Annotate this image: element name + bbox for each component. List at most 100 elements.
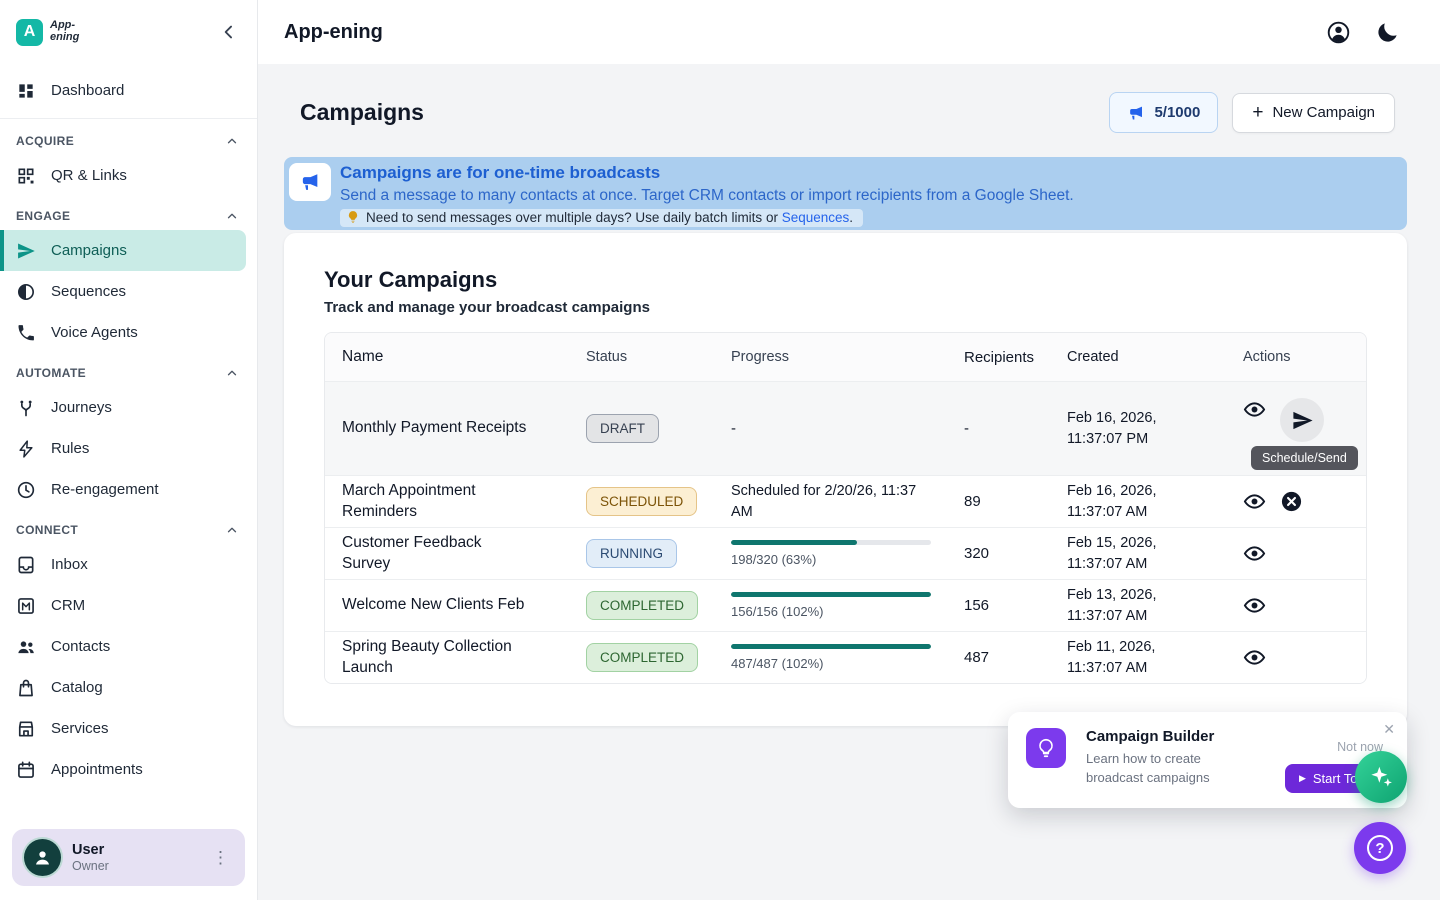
sidebar-item-journeys[interactable]: Journeys — [0, 387, 257, 428]
campaign-quota-badge[interactable]: 5/1000 — [1109, 92, 1218, 133]
column-header-progress: Progress — [731, 349, 964, 365]
user-card[interactable]: User Owner ⋮ — [12, 829, 245, 886]
user-menu-button[interactable]: ⋮ — [208, 846, 233, 870]
sidebar-section-automate[interactable]: AUTOMATE — [0, 353, 257, 387]
sidebar-item-dashboard[interactable]: Dashboard — [0, 70, 257, 111]
created-date: Feb 15, 2026, 11:37:07 AM — [1067, 533, 1243, 575]
account-icon[interactable] — [1326, 20, 1351, 45]
topbar-actions — [1326, 20, 1400, 45]
campaigns-table: Name Status Progress Recipients Created … — [324, 332, 1367, 684]
crm-icon — [16, 596, 36, 616]
sidebar-item-crm[interactable]: CRM — [0, 585, 257, 626]
campaign-name: Monthly Payment Receipts — [342, 418, 586, 439]
actions-cell: Schedule/Send — [1243, 382, 1366, 475]
megaphone-icon — [289, 163, 331, 201]
new-campaign-button[interactable]: + New Campaign — [1232, 93, 1395, 133]
sidebar-item-qr-links[interactable]: QR & Links — [0, 155, 257, 196]
status-badge: SCHEDULED — [586, 487, 697, 516]
popup-title: Campaign Builder — [1086, 728, 1256, 745]
user-meta: User Owner — [72, 842, 197, 873]
sidebar-item-appointments[interactable]: Appointments — [0, 749, 257, 790]
schedule-send-button[interactable] — [1280, 398, 1324, 442]
view-button[interactable] — [1243, 646, 1266, 669]
sidebar-item-label: Dashboard — [51, 82, 124, 99]
storefront-icon — [16, 719, 36, 739]
megaphone-icon — [1127, 104, 1145, 122]
plus-icon: + — [1252, 103, 1263, 122]
sidebar-item-label: Services — [51, 720, 109, 737]
sidebar-item-label: Contacts — [51, 638, 110, 655]
banner-text: Campaigns are for one-time broadcasts Se… — [340, 162, 1074, 229]
sidebar-item-rules[interactable]: Rules — [0, 428, 257, 469]
phone-icon — [16, 323, 36, 343]
page-header: Campaigns 5/1000 + New Campaign — [284, 92, 1407, 133]
progress-bar — [731, 540, 931, 545]
lightbulb-icon — [1026, 728, 1066, 768]
actions-cell — [1243, 542, 1366, 565]
sidebar-section-engage[interactable]: ENGAGE — [0, 196, 257, 230]
card-subtitle: Track and manage your broadcast campaign… — [324, 299, 1367, 316]
sidebar-item-label: QR & Links — [51, 167, 127, 184]
status-badge: DRAFT — [586, 414, 659, 443]
section-title: ACQUIRE — [16, 134, 74, 148]
progress-label: 156/156 (102%) — [731, 604, 950, 619]
campaign-name: Spring Beauty Collection Launch — [342, 637, 586, 679]
sidebar-item-label: CRM — [51, 597, 85, 614]
ai-assistant-button[interactable] — [1355, 751, 1407, 803]
sidebar-collapse-button[interactable] — [219, 22, 239, 42]
sidebar-item-sequences[interactable]: Sequences — [0, 271, 257, 312]
help-button[interactable]: ? — [1354, 822, 1406, 874]
qr-code-icon — [16, 166, 36, 186]
sidebar: A App-ening Dashboard ACQUIRE QR & Links… — [0, 0, 258, 900]
banner-subtitle: Send a message to many contacts at once.… — [340, 185, 1074, 207]
sidebar-item-campaigns[interactable]: Campaigns — [0, 230, 246, 271]
created-date: Feb 16, 2026, 11:37:07 PM — [1067, 408, 1243, 450]
section-title: ENGAGE — [16, 209, 70, 223]
page-title: Campaigns — [300, 99, 424, 126]
send-icon — [1291, 409, 1314, 432]
table-row: Customer Feedback Survey RUNNING 198/320… — [325, 527, 1366, 579]
bag-icon — [16, 678, 36, 698]
view-button[interactable] — [1243, 542, 1266, 565]
divider — [0, 118, 257, 119]
campaigns-card: Your Campaigns Track and manage your bro… — [284, 233, 1407, 726]
eye-icon — [1243, 398, 1266, 421]
info-banner: Campaigns are for one-time broadcasts Se… — [284, 157, 1407, 230]
section-title: CONNECT — [16, 523, 78, 537]
cancel-button[interactable] — [1280, 490, 1303, 513]
view-button[interactable] — [1243, 490, 1266, 513]
column-header-name: Name — [342, 347, 586, 368]
sidebar-section-acquire[interactable]: ACQUIRE — [0, 121, 257, 155]
progress-bar — [731, 592, 931, 597]
recipients-count: 320 — [964, 545, 1067, 562]
sidebar-section-connect[interactable]: CONNECT — [0, 510, 257, 544]
view-button[interactable] — [1243, 594, 1266, 617]
dark-mode-icon[interactable] — [1375, 20, 1400, 45]
sidebar-item-re-engagement[interactable]: Re-engagement — [0, 469, 257, 510]
sidebar-item-label: Appointments — [51, 761, 143, 778]
app-logo: A App-ening — [16, 19, 92, 46]
progress-text: - — [731, 420, 736, 437]
route-icon — [16, 398, 36, 418]
sidebar-item-inbox[interactable]: Inbox — [0, 544, 257, 585]
campaign-name: Welcome New Clients Feb — [342, 595, 586, 616]
chevron-up-icon — [225, 366, 239, 380]
person-icon — [32, 847, 53, 868]
logo-text: App-ening — [50, 20, 92, 43]
sidebar-item-voice-agents[interactable]: Voice Agents — [0, 312, 257, 353]
recipients-count: 487 — [964, 649, 1067, 666]
lightning-icon — [16, 439, 36, 459]
sidebar-item-contacts[interactable]: Contacts — [0, 626, 257, 667]
sequences-link[interactable]: Sequences — [782, 210, 850, 225]
schedule-send-tooltip: Schedule/Send — [1251, 446, 1358, 470]
user-name: User — [72, 842, 197, 858]
sidebar-item-services[interactable]: Services — [0, 708, 257, 749]
progress-text: Scheduled for 2/20/26, 11:37 AM — [731, 481, 950, 522]
popup-text: Campaign Builder Learn how to create bro… — [1086, 728, 1256, 794]
sidebar-item-catalog[interactable]: Catalog — [0, 667, 257, 708]
dashboard-icon — [16, 81, 36, 101]
calendar-icon — [16, 760, 36, 780]
close-icon[interactable]: ✕ — [1383, 722, 1395, 736]
view-button[interactable] — [1243, 398, 1266, 421]
eye-icon — [1243, 542, 1266, 565]
